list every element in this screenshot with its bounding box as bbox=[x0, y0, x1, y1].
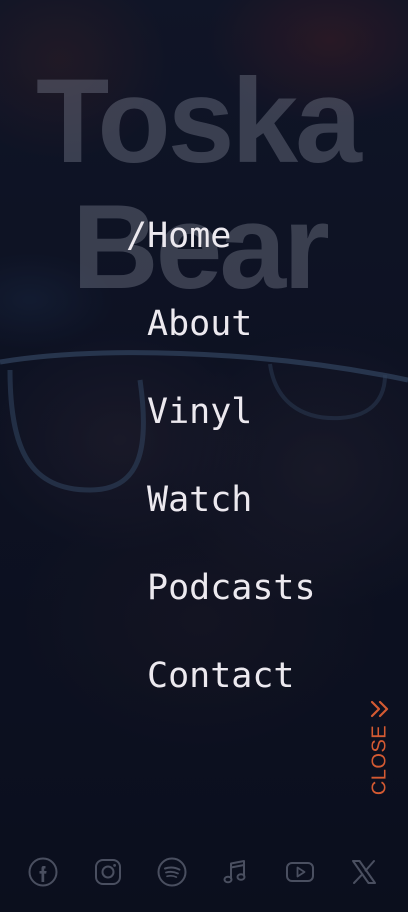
apple-music-icon[interactable] bbox=[219, 856, 251, 888]
spotify-icon[interactable] bbox=[156, 856, 188, 888]
active-prefix: / bbox=[126, 216, 148, 256]
brand-line-1: Toska bbox=[36, 54, 362, 188]
nav-item-podcasts[interactable]: Podcasts bbox=[147, 564, 316, 612]
close-label: CLOSE bbox=[368, 724, 391, 796]
nav-item-home[interactable]: /Home bbox=[126, 212, 231, 260]
double-chevron-right-icon bbox=[370, 700, 389, 718]
nav-item-label: Podcasts bbox=[147, 568, 316, 608]
x-icon[interactable] bbox=[348, 856, 380, 888]
social-links bbox=[0, 852, 408, 894]
close-button[interactable]: CLOSE bbox=[366, 700, 394, 796]
nav-item-about[interactable]: About bbox=[147, 300, 252, 348]
youtube-icon[interactable] bbox=[284, 856, 316, 888]
nav-item-vinyl[interactable]: Vinyl bbox=[147, 388, 252, 436]
nav-item-label: Watch bbox=[147, 480, 253, 520]
nav-item-label: Contact bbox=[147, 656, 295, 696]
facebook-icon[interactable] bbox=[27, 856, 59, 888]
nav-item-label: About bbox=[147, 304, 253, 344]
nav-item-label: Vinyl bbox=[147, 392, 253, 432]
menu-screen: Toska Bear /Home About Vinyl Watch Podca… bbox=[0, 0, 408, 912]
nav-item-contact[interactable]: Contact bbox=[147, 652, 295, 700]
nav-item-label: Home bbox=[147, 216, 232, 256]
nav-item-watch[interactable]: Watch bbox=[147, 476, 252, 524]
instagram-icon[interactable] bbox=[92, 856, 124, 888]
brand-wordmark: Toska Bear bbox=[36, 58, 408, 310]
